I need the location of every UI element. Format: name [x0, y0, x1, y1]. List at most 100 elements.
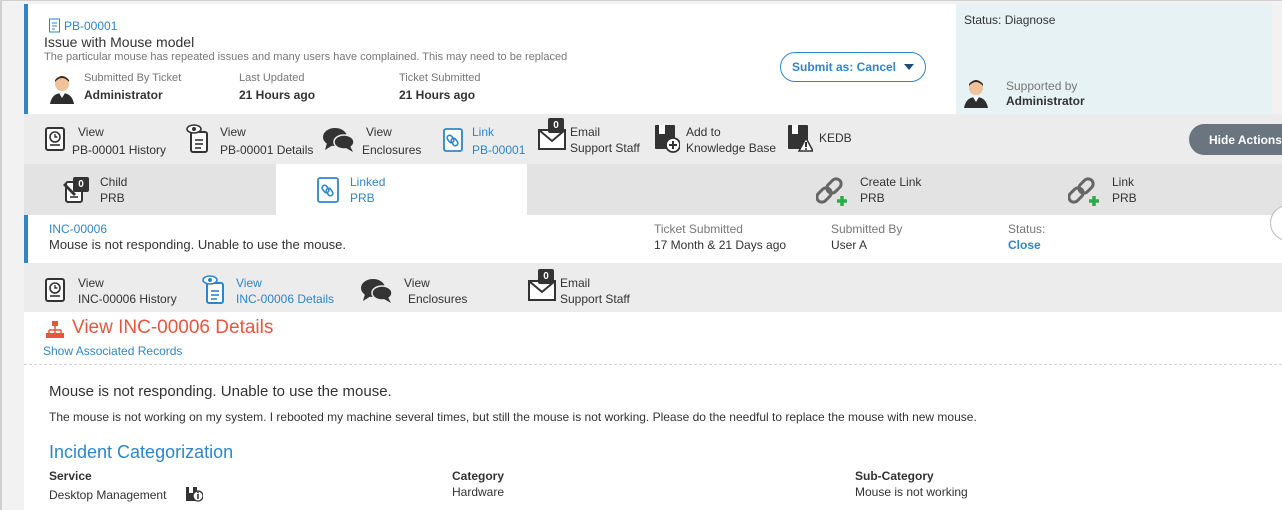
details-heading: View INC-00006 Details: [72, 317, 274, 338]
incident-description: The mouse is not working on my system. I…: [49, 410, 977, 424]
action-line-2: PB-00001 Details: [220, 143, 314, 157]
record-status-value: Close: [1008, 238, 1041, 252]
email-count-badge: 0: [538, 269, 554, 284]
action-line-2: PB-00001: [472, 143, 526, 157]
ticket-submitted-value: 21 Hours ago: [399, 88, 476, 102]
email-staff-action[interactable]: 0 Email Support Staff: [538, 118, 640, 156]
action-line-1: Add to: [686, 125, 721, 139]
create-link-icon: [815, 175, 852, 206]
add-to-kb-action[interactable]: Add to Knowledge Base: [654, 124, 776, 156]
tab-line-1: Create Link: [860, 174, 922, 189]
ticket-title: Issue with Mouse model: [44, 34, 195, 50]
view-details-action[interactable]: View PB-00001 Details: [186, 124, 313, 158]
show-associated-records-link[interactable]: Show Associated Records: [43, 344, 182, 358]
email-icon: 0: [538, 118, 566, 154]
status-panel: Status: Diagnose Supported by Administra…: [956, 4, 1272, 114]
document-icon: [48, 18, 62, 34]
link-ticket-action[interactable]: Link PB-00001: [442, 124, 525, 158]
action-line-1: View: [366, 125, 392, 139]
child-edit-icon: 0: [62, 175, 92, 205]
action-line-1: View: [78, 276, 104, 290]
action-line-1: Email: [560, 276, 591, 290]
submitted-by-label: Submitted By Ticket: [84, 72, 182, 84]
view-history-action[interactable]: View PB-00001 History: [44, 124, 166, 158]
chat-bubbles-icon: [322, 124, 356, 154]
tab-line-2: PRB: [100, 190, 125, 205]
action-line-2: INC-00006 History: [78, 292, 177, 306]
tab-line-1: Child: [100, 174, 128, 189]
record-title: Mouse is not responding. Unable to use t…: [49, 237, 347, 252]
chat-bubbles-icon: [360, 275, 394, 305]
details-eye-icon: [186, 124, 214, 154]
record-details-action[interactable]: View INC-00006 Details: [202, 275, 334, 307]
hide-actions-button[interactable]: Hide Actions: [1189, 124, 1282, 155]
action-line-1: View: [78, 125, 104, 139]
record-submitted-value: 17 Month & 21 Days ago: [654, 238, 787, 252]
categorization-title: Incident Categorization: [49, 442, 234, 462]
ticket-submitted-label: Ticket Submitted: [399, 72, 481, 84]
kedb-action[interactable]: KEDB: [787, 124, 852, 154]
last-updated-value: 21 Hours ago: [239, 88, 316, 102]
incident-subject: Mouse is not responding. Unable to use t…: [49, 383, 392, 400]
tab-line-2: PRB: [350, 190, 375, 205]
details-eye-icon: [202, 275, 230, 305]
record-enclosures-action[interactable]: View Enclosures: [360, 275, 467, 307]
details-panel: View INC-00006 Details Show Associated R…: [24, 312, 1282, 510]
link-add-icon: [1067, 175, 1104, 206]
action-line-1: View: [236, 276, 262, 290]
problem-tabs: 0 Child PRB Linked PRB Create Link PRB Link…: [24, 164, 1282, 215]
linked-record-row[interactable]: INC-00006 Mouse is not responding. Unabl…: [24, 205, 1282, 263]
action-line-2: PB-00001 History: [72, 143, 167, 157]
supported-by-label: Supported by: [1006, 79, 1078, 93]
submit-as-label: Submit as: Cancel: [791, 60, 897, 74]
view-enclosures-action[interactable]: View Enclosures: [322, 124, 421, 158]
tab-create-link-prb[interactable]: Create Link PRB: [815, 164, 1026, 215]
action-line-1: View: [404, 276, 430, 290]
action-line-1: View: [220, 125, 246, 139]
submitted-by-value: Administrator: [84, 88, 163, 102]
record-status-label: Status:: [1008, 222, 1046, 236]
action-line-1: Link: [472, 125, 495, 139]
tab-link-prb[interactable]: Link PRB: [1067, 164, 1268, 215]
link-icon: [442, 124, 466, 154]
kedb-icon: [787, 124, 815, 154]
support-avatar: [960, 76, 992, 108]
record-email-action[interactable]: 0 Email Support Staff: [528, 269, 630, 307]
email-count-badge: 0: [548, 118, 564, 133]
history-icon: [44, 124, 72, 154]
tab-child-prb[interactable]: 0 Child PRB: [62, 164, 272, 215]
ticket-description: The particular mouse has repeated issues…: [44, 51, 568, 63]
supported-by-value: Administrator: [1006, 94, 1085, 108]
submit-as-button[interactable]: Submit as: Cancel: [780, 52, 926, 82]
action-line-2: Enclosures: [408, 292, 468, 306]
tab-linked-prb[interactable]: Linked PRB: [276, 164, 527, 215]
knowledge-base-icon: [654, 124, 681, 154]
record-submitted-by-label: Submitted By: [831, 222, 903, 236]
hierarchy-icon: [46, 320, 64, 340]
action-line-1: Email: [570, 125, 601, 139]
record-submitted-label: Ticket Submitted: [654, 222, 743, 236]
ticket-status: Status: Diagnose: [964, 13, 1056, 27]
tab-line-1: Linked: [350, 174, 386, 189]
action-line-2: Knowledge Base: [686, 141, 777, 155]
record-id-link[interactable]: INC-00006: [49, 222, 107, 236]
history-icon: [44, 275, 72, 305]
tab-line-2: PRB: [1112, 190, 1137, 205]
record-history-action[interactable]: View INC-00006 History: [44, 275, 177, 307]
subcategory-label: Sub-Category: [855, 469, 934, 483]
linked-doc-icon: [316, 175, 342, 205]
email-icon: 0: [528, 269, 556, 305]
service-value: Desktop Management: [49, 488, 167, 502]
service-info-icon[interactable]: [185, 486, 204, 502]
tab-line-2: PRB: [860, 190, 885, 205]
caret-down-icon: [904, 64, 915, 70]
record-submitted-by-value: User A: [831, 238, 868, 252]
child-count-badge: 0: [73, 176, 89, 192]
ticket-id-link[interactable]: PB-00001: [64, 19, 117, 33]
tab-line-1: Link: [1112, 174, 1135, 189]
last-updated-label: Last Updated: [239, 72, 305, 84]
action-line-2: Support Staff: [570, 141, 640, 155]
action-line-2: Support Staff: [560, 292, 630, 306]
category-label: Category: [452, 469, 505, 483]
service-label: Service: [49, 469, 92, 483]
